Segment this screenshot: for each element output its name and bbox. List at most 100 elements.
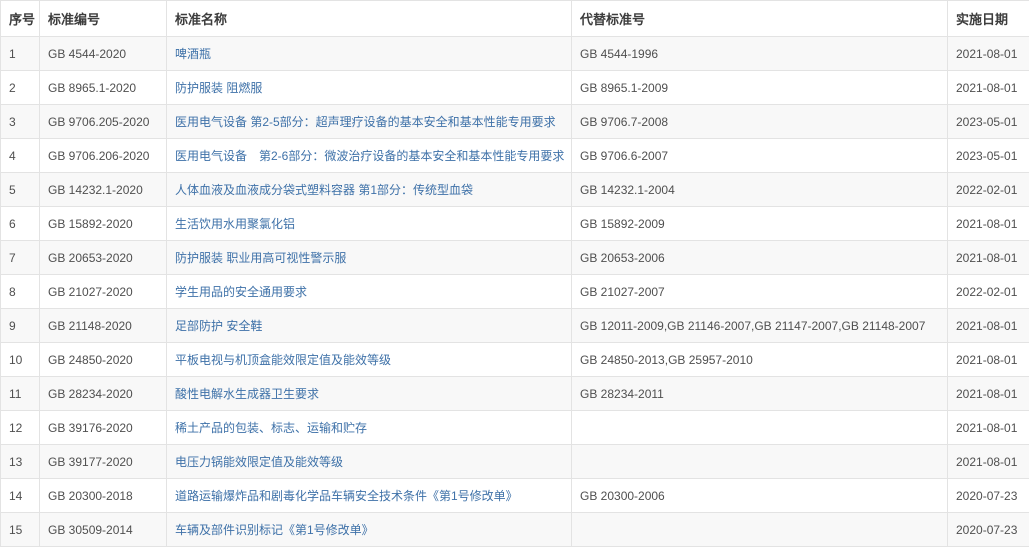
cell-name: 防护服装 职业用高可视性警示服 <box>167 241 572 275</box>
column-header-code: 标准编号 <box>40 1 167 37</box>
cell-name: 学生用品的安全通用要求 <box>167 275 572 309</box>
cell-replaced: GB 15892-2009 <box>572 207 948 241</box>
cell-name: 防护服装 阻燃服 <box>167 71 572 105</box>
cell-code: GB 30509-2014 <box>40 513 167 547</box>
standard-name-link[interactable]: 学生用品的安全通用要求 <box>175 285 307 299</box>
cell-date: 2021-08-01 <box>948 241 1029 275</box>
cell-index: 1 <box>1 37 40 71</box>
cell-name: 电压力锅能效限定值及能效等级 <box>167 445 572 479</box>
cell-code: GB 21027-2020 <box>40 275 167 309</box>
cell-date: 2023-05-01 <box>948 139 1029 173</box>
cell-name: 医用电气设备 第2-6部分：微波治疗设备的基本安全和基本性能专用要求 <box>167 139 572 173</box>
cell-date: 2022-02-01 <box>948 173 1029 207</box>
cell-replaced: GB 24850-2013,GB 25957-2010 <box>572 343 948 377</box>
cell-code: GB 20653-2020 <box>40 241 167 275</box>
cell-index: 4 <box>1 139 40 173</box>
cell-replaced: GB 20653-2006 <box>572 241 948 275</box>
cell-date: 2020-07-23 <box>948 479 1029 513</box>
table-row: 14GB 20300-2018道路运输爆炸品和剧毒化学品车辆安全技术条件《第1号… <box>1 479 1029 513</box>
cell-date: 2020-07-23 <box>948 513 1029 547</box>
standard-name-link[interactable]: 医用电气设备 第2-5部分：超声理疗设备的基本安全和基本性能专用要求 <box>175 115 556 129</box>
cell-name: 道路运输爆炸品和剧毒化学品车辆安全技术条件《第1号修改单》 <box>167 479 572 513</box>
cell-index: 14 <box>1 479 40 513</box>
cell-name: 啤酒瓶 <box>167 37 572 71</box>
standard-name-link[interactable]: 防护服装 职业用高可视性警示服 <box>175 251 346 265</box>
cell-code: GB 4544-2020 <box>40 37 167 71</box>
table-row: 6GB 15892-2020生活饮用水用聚氯化铝GB 15892-2009202… <box>1 207 1029 241</box>
table-body: 1GB 4544-2020啤酒瓶GB 4544-19962021-08-012G… <box>1 37 1029 547</box>
cell-replaced <box>572 411 948 445</box>
cell-replaced: GB 9706.7-2008 <box>572 105 948 139</box>
cell-code: GB 28234-2020 <box>40 377 167 411</box>
standard-name-link[interactable]: 电压力锅能效限定值及能效等级 <box>175 455 343 469</box>
cell-code: GB 15892-2020 <box>40 207 167 241</box>
cell-replaced: GB 12011-2009,GB 21146-2007,GB 21147-200… <box>572 309 948 343</box>
cell-date: 2022-02-01 <box>948 275 1029 309</box>
standard-name-link[interactable]: 酸性电解水生成器卫生要求 <box>175 387 319 401</box>
cell-name: 稀土产品的包装、标志、运输和贮存 <box>167 411 572 445</box>
standard-name-link[interactable]: 道路运输爆炸品和剧毒化学品车辆安全技术条件《第1号修改单》 <box>175 489 518 503</box>
standard-name-link[interactable]: 生活饮用水用聚氯化铝 <box>175 217 295 231</box>
standard-name-link[interactable]: 车辆及部件识别标记《第1号修改单》 <box>175 523 374 537</box>
standard-name-link[interactable]: 啤酒瓶 <box>175 47 211 61</box>
table-row: 2GB 8965.1-2020 防护服装 阻燃服 GB 8965.1-2009202… <box>1 71 1029 105</box>
cell-replaced: GB 14232.1-2004 <box>572 173 948 207</box>
table-row: 13GB 39177-2020电压力锅能效限定值及能效等级2021-08-01 <box>1 445 1029 479</box>
cell-replaced: GB 4544-1996 <box>572 37 948 71</box>
standard-name-link[interactable]: 稀土产品的包装、标志、运输和贮存 <box>175 421 367 435</box>
cell-name: 医用电气设备 第2-5部分：超声理疗设备的基本安全和基本性能专用要求 <box>167 105 572 139</box>
cell-date: 2023-05-01 <box>948 105 1029 139</box>
cell-index: 9 <box>1 309 40 343</box>
cell-date: 2021-08-01 <box>948 445 1029 479</box>
standards-table: 序号标准编号标准名称代替标准号实施日期 1GB 4544-2020 啤酒瓶 GB 4… <box>0 0 1029 547</box>
column-header-date: 实施日期 <box>948 1 1029 37</box>
standard-name-link[interactable]: 足部防护 安全鞋 <box>175 319 262 333</box>
table-row: 1GB 4544-2020啤酒瓶GB 4544-19962021-08-01 <box>1 37 1029 71</box>
cell-replaced: GB 28234-2011 <box>572 377 948 411</box>
standard-name-link[interactable]: 平板电视与机顶盒能效限定值及能效等级 <box>175 353 391 367</box>
cell-code: GB 8965.1-2020 <box>40 71 167 105</box>
cell-date: 2021-08-01 <box>948 343 1029 377</box>
standard-name-link[interactable]: 医用电气设备 第2-6部分：微波治疗设备的基本安全和基本性能专用要求 <box>175 149 564 163</box>
table-row: 11GB 28234-2020 酸性电解水生成器卫生要求 GB 28234-2011… <box>1 377 1029 411</box>
cell-code: GB 9706.206-2020 <box>40 139 167 173</box>
cell-replaced: GB 20300-2006 <box>572 479 948 513</box>
cell-code: GB 21148-2020 <box>40 309 167 343</box>
cell-code: GB 9706.205-2020 <box>40 105 167 139</box>
cell-index: 10 <box>1 343 40 377</box>
table-row: 5GB 14232.1-2020 人体血液及血液成分袋式塑料容器 第1部分：传统型… <box>1 173 1029 207</box>
cell-index: 12 <box>1 411 40 445</box>
column-header-replaced: 代替标准号 <box>572 1 948 37</box>
standards-list-page: 序号标准编号标准名称代替标准号实施日期 1GB 4544-2020 啤酒瓶 GB 4… <box>0 0 1029 549</box>
standard-name-link[interactable]: 人体血液及血液成分袋式塑料容器 第1部分：传统型血袋 <box>175 183 473 197</box>
cell-date: 2021-08-01 <box>948 411 1029 445</box>
column-header-index: 序号 <box>1 1 40 37</box>
cell-index: 7 <box>1 241 40 275</box>
cell-index: 2 <box>1 71 40 105</box>
cell-date: 2021-08-01 <box>948 71 1029 105</box>
table-row: 7GB 20653-2020 防护服装 职业用高可视性警示服 GB 20653-20… <box>1 241 1029 275</box>
cell-index: 15 <box>1 513 40 547</box>
cell-index: 8 <box>1 275 40 309</box>
cell-name: 人体血液及血液成分袋式塑料容器 第1部分：传统型血袋 <box>167 173 572 207</box>
table-row: 8GB 21027-2020 学生用品的安全通用要求 GB 21027-200720… <box>1 275 1029 309</box>
cell-name: 平板电视与机顶盒能效限定值及能效等级 <box>167 343 572 377</box>
standard-name-link[interactable]: 防护服装 阻燃服 <box>175 81 262 95</box>
cell-code: GB 39176-2020 <box>40 411 167 445</box>
cell-index: 13 <box>1 445 40 479</box>
cell-replaced: GB 21027-2007 <box>572 275 948 309</box>
cell-name: 生活饮用水用聚氯化铝 <box>167 207 572 241</box>
cell-replaced: GB 9706.6-2007 <box>572 139 948 173</box>
table-row: 3GB 9706.205-2020医用电气设备 第2-5部分：超声理疗设备的基本… <box>1 105 1029 139</box>
cell-name: 酸性电解水生成器卫生要求 <box>167 377 572 411</box>
cell-index: 11 <box>1 377 40 411</box>
cell-replaced: GB 8965.1-2009 <box>572 71 948 105</box>
cell-date: 2021-08-01 <box>948 309 1029 343</box>
column-header-name: 标准名称 <box>167 1 572 37</box>
table-row: 10GB 24850-2020平板电视与机顶盒能效限定值及能效等级GB 2485… <box>1 343 1029 377</box>
table-header-row: 序号标准编号标准名称代替标准号实施日期 <box>1 1 1029 37</box>
table-header: 序号标准编号标准名称代替标准号实施日期 <box>1 1 1029 37</box>
cell-code: GB 14232.1-2020 <box>40 173 167 207</box>
table-row: 4GB 9706.206-2020 医用电气设备 第2-6部分：微波治疗设备的基本… <box>1 139 1029 173</box>
cell-index: 5 <box>1 173 40 207</box>
